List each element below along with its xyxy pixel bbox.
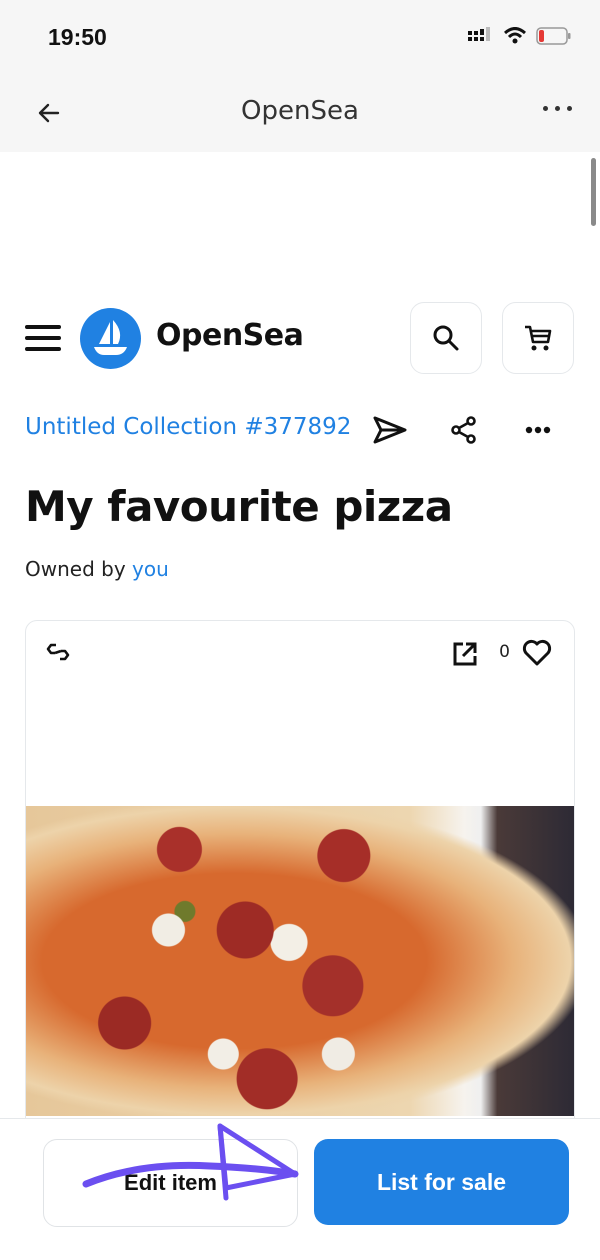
owner-link[interactable]: you [132,557,169,581]
hamburger-menu-icon[interactable] [25,325,61,351]
search-icon [433,325,459,351]
share-button[interactable] [446,414,482,446]
owned-by: Owned by you [25,557,169,581]
collection-row: Untitled Collection #377892 [0,410,600,450]
bottom-action-bar: Edit item List for sale [0,1118,600,1260]
browser-title: OpenSea [241,96,359,126]
owned-by-label: Owned by [25,557,126,581]
item-image[interactable] [26,806,574,1116]
share-icon [451,416,476,444]
status-icons [468,27,572,45]
cart-icon [525,325,552,351]
favorites-count: 0 [499,642,510,662]
list-for-sale-button[interactable]: List for sale [314,1139,569,1225]
more-horizontal-icon[interactable] [543,106,572,111]
card-toolbar: 0 [26,621,574,681]
cart-button[interactable] [502,302,574,374]
site-header: OpenSea [0,300,600,376]
heart-icon[interactable] [522,639,552,667]
wifi-icon [504,27,526,44]
search-button[interactable] [410,302,482,374]
more-horizontal-icon [525,426,551,434]
external-link-icon[interactable] [452,641,478,667]
battery-low-icon [536,27,571,45]
status-bar: 19:50 [0,0,600,78]
scrollbar[interactable] [591,158,596,226]
opensea-logo-icon[interactable] [80,308,141,369]
cellular-signal-icon [468,27,490,41]
status-time: 19:50 [48,24,107,50]
item-media-card: 0 [25,620,575,1140]
transfer-button[interactable] [372,414,408,446]
collection-link[interactable]: Untitled Collection #377892 [25,414,355,440]
brand-name[interactable]: OpenSea [156,318,304,353]
send-icon [373,416,407,444]
more-options-button[interactable] [520,414,556,446]
edit-item-button[interactable]: Edit item [43,1139,298,1227]
polygon-chain-icon [46,643,70,661]
item-title: My favourite pizza [25,482,453,531]
browser-nav-bar: OpenSea [0,78,600,152]
